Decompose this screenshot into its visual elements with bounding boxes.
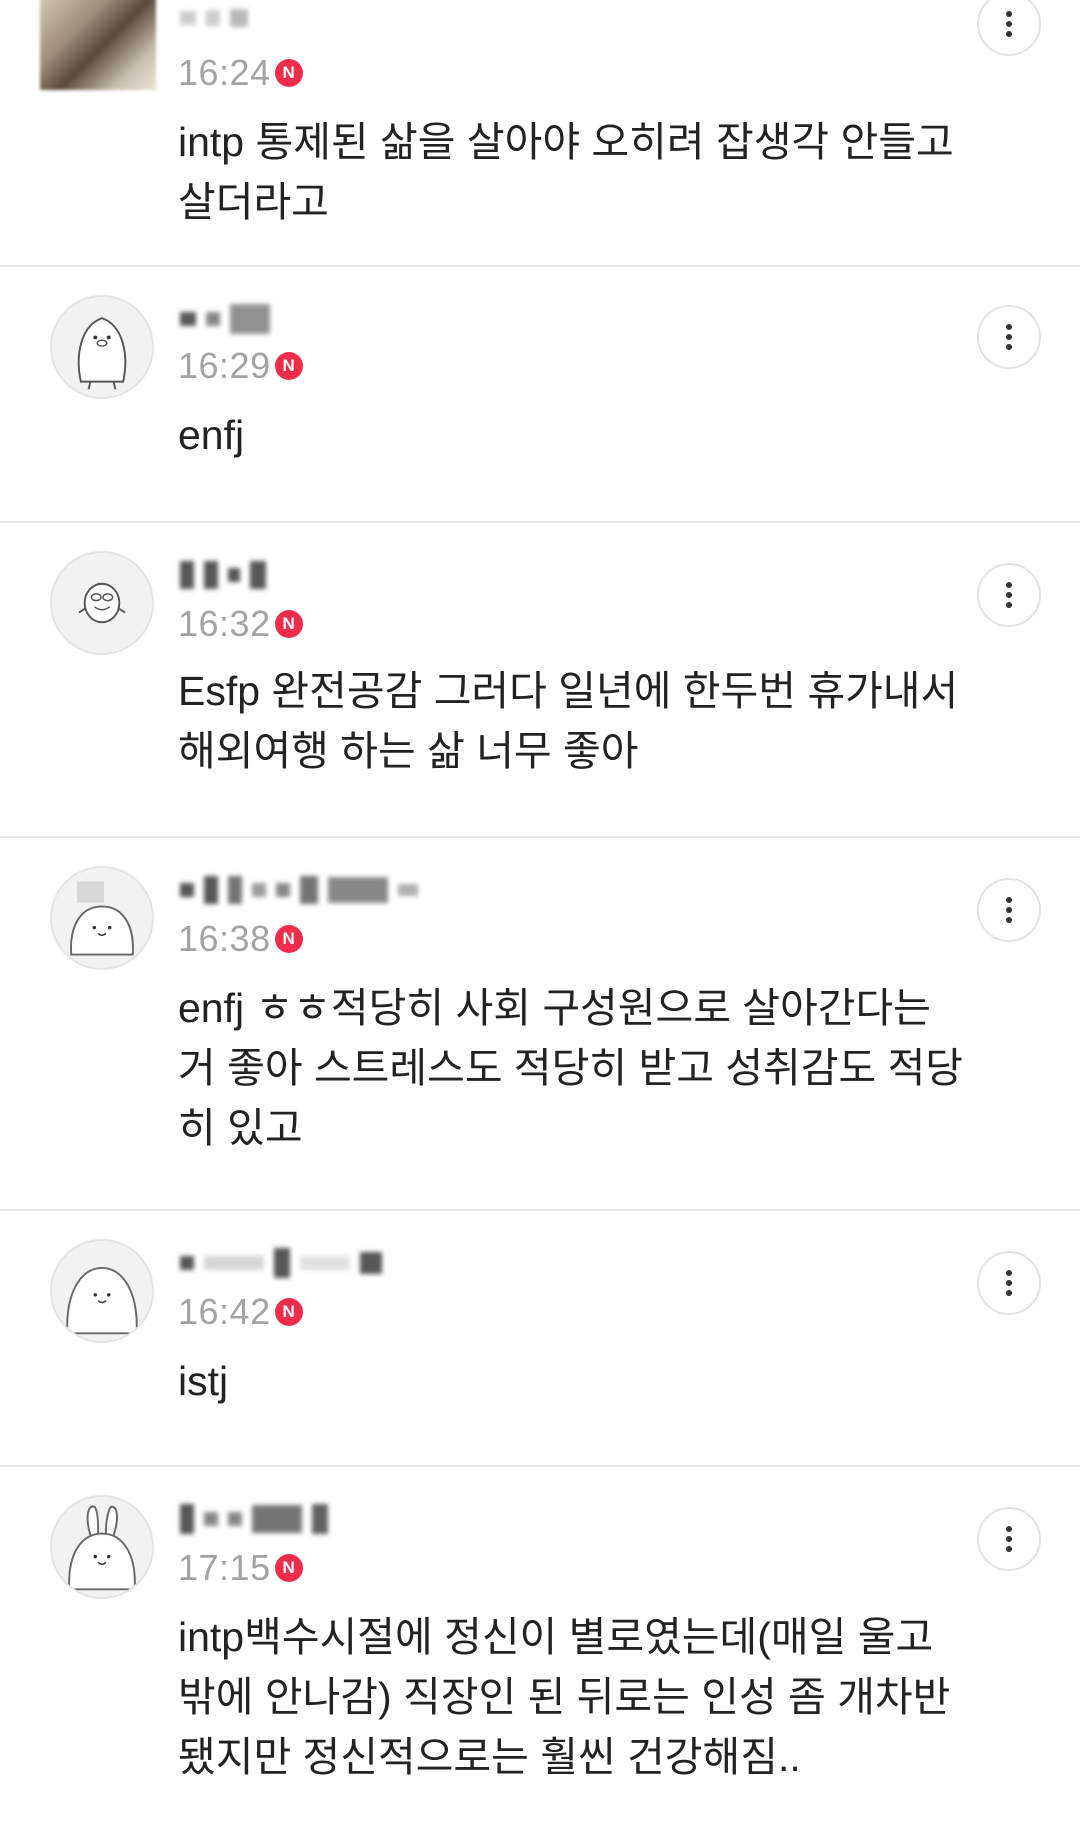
new-badge: N bbox=[274, 1298, 303, 1326]
timestamp-row: 16:29 N bbox=[178, 345, 303, 387]
username-redacted[interactable] bbox=[180, 555, 580, 595]
username-redacted[interactable] bbox=[180, 0, 580, 36]
comment-text: Esfp 완전공감 그러다 일년에 한두번 휴가내서 해외여행 하는 삶 너무 … bbox=[178, 668, 959, 774]
more-options-button[interactable] bbox=[977, 305, 1041, 369]
comment-item: 16:32 N Esfp 완전공감 그러다 일년에 한두번 휴가내서 해외여행 … bbox=[0, 523, 1080, 838]
timestamp-row: 16:38 N bbox=[178, 918, 303, 960]
username-redacted[interactable] bbox=[180, 870, 580, 910]
timestamp-row: 16:32 N bbox=[178, 603, 303, 645]
more-vertical-icon bbox=[1006, 897, 1012, 923]
username-redacted[interactable] bbox=[180, 1243, 580, 1283]
user-avatar[interactable] bbox=[50, 1239, 154, 1343]
comment-time: 16:29 bbox=[178, 345, 271, 386]
more-vertical-icon bbox=[1006, 1526, 1012, 1552]
round-character-avatar-icon bbox=[66, 1266, 138, 1335]
comment-time: 16:32 bbox=[178, 603, 271, 644]
new-badge: N bbox=[274, 352, 303, 380]
user-avatar[interactable] bbox=[50, 1495, 154, 1599]
comment-item: 16:24 N intp 통제된 삶을 살아야 오히려 잡생각 안들고 살더라고 bbox=[0, 0, 1080, 267]
new-badge: N bbox=[274, 59, 303, 87]
comment-text: intp백수시절에 정신이 별로였는데(매일 울고 밖에 안나감) 직장인 된 … bbox=[178, 1614, 951, 1780]
duck-avatar-icon bbox=[78, 582, 126, 624]
user-avatar[interactable] bbox=[50, 295, 154, 399]
username-redacted[interactable] bbox=[180, 299, 580, 339]
more-options-button[interactable] bbox=[977, 878, 1041, 942]
comment-time: 16:42 bbox=[178, 1291, 271, 1332]
bear-character-avatar-icon bbox=[70, 881, 134, 956]
new-badge: N bbox=[274, 925, 303, 953]
more-vertical-icon bbox=[1006, 324, 1012, 350]
more-vertical-icon bbox=[1006, 11, 1012, 37]
comment-item: 16:38 N enfj ㅎㅎ적당히 사회 구성원으로 살아간다는 거 좋아 스… bbox=[0, 838, 1080, 1211]
new-badge: N bbox=[274, 610, 303, 638]
penguin-avatar-icon bbox=[77, 317, 127, 390]
comment-item: 16:42 N istj bbox=[0, 1211, 1080, 1467]
comment-time: 16:24 bbox=[178, 52, 271, 93]
more-options-button[interactable] bbox=[977, 0, 1041, 56]
username-redacted[interactable] bbox=[180, 1499, 580, 1539]
comment-text: istj bbox=[178, 1358, 229, 1404]
more-options-button[interactable] bbox=[977, 1507, 1041, 1571]
user-avatar[interactable] bbox=[50, 551, 154, 655]
timestamp-row: 16:24 N bbox=[178, 52, 303, 94]
rabbit-avatar-icon bbox=[68, 1505, 136, 1591]
user-avatar[interactable] bbox=[40, 0, 156, 90]
comment-item: 16:29 N enfj bbox=[0, 267, 1080, 523]
timestamp-row: 17:15 N bbox=[178, 1547, 303, 1589]
more-vertical-icon bbox=[1006, 582, 1012, 608]
new-badge: N bbox=[274, 1554, 303, 1582]
more-vertical-icon bbox=[1006, 1270, 1012, 1296]
comment-text: enfj ㅎㅎ적당히 사회 구성원으로 살아간다는 거 좋아 스트레스도 적당히… bbox=[178, 985, 964, 1151]
comment-list: 16:24 N intp 통제된 삶을 살아야 오히려 잡생각 안들고 살더라고… bbox=[0, 0, 1080, 1828]
user-avatar[interactable] bbox=[50, 866, 154, 970]
comment-item: 17:15 N intp백수시절에 정신이 별로였는데(매일 울고 밖에 안나감… bbox=[0, 1467, 1080, 1828]
more-options-button[interactable] bbox=[977, 1251, 1041, 1315]
comment-text: intp 통제된 삶을 살아야 오히려 잡생각 안들고 살더라고 bbox=[178, 119, 954, 225]
more-options-button[interactable] bbox=[977, 563, 1041, 627]
comment-text: enfj bbox=[178, 412, 245, 458]
comment-time: 17:15 bbox=[178, 1547, 271, 1588]
comment-time: 16:38 bbox=[178, 918, 271, 959]
timestamp-row: 16:42 N bbox=[178, 1291, 303, 1333]
